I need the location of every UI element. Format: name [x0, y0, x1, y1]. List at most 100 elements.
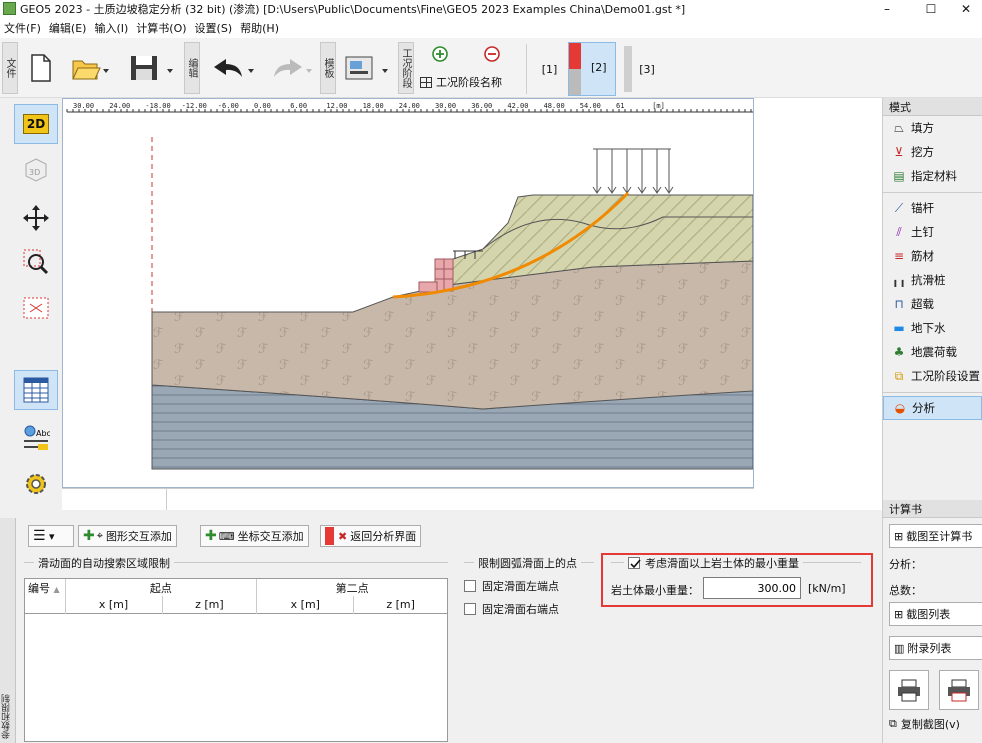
model-canvas[interactable]: ℱ ℱ 30.0024.00-18.00-12.00-6.000.006.001… — [62, 98, 754, 488]
canvas-divider — [166, 489, 167, 511]
mode-stage-settings[interactable]: ⧉ 工况阶段设置 — [883, 364, 982, 388]
table-view-button[interactable] — [14, 370, 58, 410]
mode-reinforcement[interactable]: ≡ 筋材 — [883, 244, 982, 268]
anchor-icon: ⟋ — [894, 200, 904, 215]
print-preview-button[interactable] — [939, 670, 979, 710]
sort-icon: ▲ — [53, 584, 60, 594]
template-group-label: 模板 — [320, 42, 336, 94]
view-3d-button[interactable]: 3D — [14, 150, 58, 190]
mode-cut[interactable]: ⊻ 挖方 — [883, 140, 982, 164]
mode-surcharge[interactable]: ⊓ 超载 — [883, 292, 982, 316]
capture-list-button[interactable]: ⊞ 截图列表 — [889, 602, 982, 626]
file-group-label: 文件 — [2, 42, 18, 94]
col-start-x: x [m] — [65, 596, 163, 613]
toolbar: 文件 编辑 模板 工况阶段 工况阶段名称 [1] [2] [3] — [0, 38, 982, 98]
analysis-icon: ◒ — [894, 401, 906, 415]
redo-icon[interactable] — [262, 48, 316, 88]
keyboard-icon: ⌨ — [218, 529, 235, 543]
maximize-button[interactable]: ☐ — [908, 0, 954, 18]
capture-icon: ⊞ — [894, 529, 904, 543]
mode-anchor[interactable]: ⟋ 锚杆 — [883, 196, 982, 220]
checkbox-box — [464, 603, 476, 615]
mode-analysis[interactable]: ◒ 分析 — [883, 396, 982, 420]
remove-stage-icon[interactable] — [482, 44, 502, 64]
svg-text:Abc: Abc — [36, 429, 50, 438]
stage-name-button[interactable]: 工况阶段名称 — [420, 74, 502, 90]
legend-button[interactable]: Abc — [14, 418, 58, 458]
graphic-add-button[interactable]: ✚ ⌖ 图形交互添加 — [78, 525, 177, 547]
report-header: 计算书 — [883, 500, 982, 518]
view-2d-button[interactable]: 2D — [14, 104, 58, 144]
zoom-extents-button[interactable] — [14, 288, 58, 328]
side-tab[interactable]: 参数和限制 — [0, 518, 16, 743]
analysis-count-label: 分析： — [889, 558, 922, 571]
min-weight-unit: [kN/m] — [808, 582, 846, 595]
minimize-button[interactable]: – — [864, 0, 910, 18]
open-folder-icon[interactable] — [68, 46, 112, 90]
col-number-header[interactable]: 编号 ▲ — [25, 579, 66, 596]
save-icon[interactable] — [126, 46, 178, 90]
printer-icon — [898, 679, 920, 702]
ruler-tick-label: 24.00 — [399, 102, 420, 110]
copy-view-button[interactable]: ⧉ 复制截图(v) — [889, 716, 982, 732]
total-count-label: 总数： — [889, 584, 922, 597]
stage-tab-2-label: [2] — [591, 61, 607, 74]
print-button[interactable] — [889, 670, 929, 710]
mode-soil-nail[interactable]: ⫽ 土钉 — [883, 220, 982, 244]
fix-right-checkbox[interactable]: 固定滑面右端点 — [464, 601, 559, 617]
gear-icon — [26, 474, 46, 494]
list-menu-button[interactable]: ☰ ▾ — [28, 525, 74, 547]
table-icon — [23, 377, 49, 403]
app-icon — [3, 2, 16, 15]
min-weight-input[interactable] — [703, 577, 801, 599]
nail-icon: ⫽ — [896, 224, 902, 239]
ruler-tick-label: 0.00 — [254, 102, 271, 110]
model-drawing: ℱ ℱ 30.0024.00-18.00-12.00-6.000.006.001… — [63, 99, 753, 470]
ruler-tick-label: 18.00 — [363, 102, 384, 110]
new-file-icon[interactable] — [24, 46, 58, 90]
fix-left-checkbox[interactable]: 固定滑面左端点 — [464, 578, 559, 594]
appendix-list-button[interactable]: ▥ 附录列表 — [889, 636, 982, 660]
menu-input[interactable]: 输入(I) — [93, 19, 129, 37]
min-weight-label: 岩土体最小重量： — [611, 584, 699, 597]
return-analysis-button[interactable]: ✖ 返回分析界面 — [320, 525, 422, 547]
capture-to-report-button[interactable]: ⊞ 截图至计算书 — [889, 524, 982, 548]
menu-settings[interactable]: 设置(S) — [194, 19, 234, 37]
fill-icon: ⏢ — [894, 120, 904, 135]
settings-button[interactable] — [14, 464, 58, 504]
coordinate-add-button[interactable]: ✚ ⌨ 坐标交互添加 — [200, 525, 309, 547]
stage-tab-1[interactable]: [1] — [526, 44, 572, 94]
close-x-icon: ✖ — [338, 529, 348, 543]
menu-edit[interactable]: 编辑(E) — [48, 19, 88, 37]
mode-assign-material[interactable]: ▤ 指定材料 — [883, 164, 982, 188]
search-limit-table[interactable]: 编号 ▲ 起点 第二点 x [m] z [m] x [m] z [m] — [24, 578, 448, 742]
menu-file[interactable]: 文件(F) — [3, 19, 42, 37]
consider-min-weight-checkbox[interactable]: 考虑滑面以上岩土体的最小重量 — [624, 555, 803, 571]
zoom-icon — [23, 249, 49, 275]
undo-icon[interactable] — [204, 48, 258, 88]
zoom-window-button[interactable] — [14, 242, 58, 282]
earthquake-icon: ♣ — [893, 345, 905, 359]
checkbox-box — [464, 580, 476, 592]
edit-group-label: 编辑 — [184, 42, 200, 94]
mode-earthquake[interactable]: ♣ 地震荷载 — [883, 340, 982, 364]
pan-tool-button[interactable] — [14, 198, 58, 238]
template-icon[interactable] — [342, 48, 394, 88]
move-arrows-icon — [23, 205, 49, 231]
col-start-header: 起点 — [65, 579, 258, 596]
menu-report[interactable]: 计算书(O) — [135, 19, 187, 37]
menu-help[interactable]: 帮助(H) — [239, 19, 280, 37]
stage-tab-3[interactable]: [3] — [624, 44, 670, 94]
mode-anti-slide-pile[interactable]: ╻╻ 抗滑桩 — [883, 268, 982, 292]
copy-icon: ⧉ — [889, 717, 897, 730]
points-section-title: 限制圆弧滑面上的点 — [474, 555, 581, 571]
cut-icon: ⊻ — [894, 145, 904, 159]
mode-fill[interactable]: ⏢ 填方 — [883, 116, 982, 140]
stage-tab-2-selected[interactable]: [2] — [568, 42, 616, 96]
checkbox-checked — [628, 557, 641, 569]
add-stage-icon[interactable] — [430, 44, 450, 64]
mode-groundwater[interactable]: ▬ 地下水 — [883, 316, 982, 340]
cube-3d-icon: 3D — [25, 158, 47, 182]
close-button[interactable]: ✕ — [950, 0, 982, 18]
canvas-lower-area — [62, 488, 754, 511]
